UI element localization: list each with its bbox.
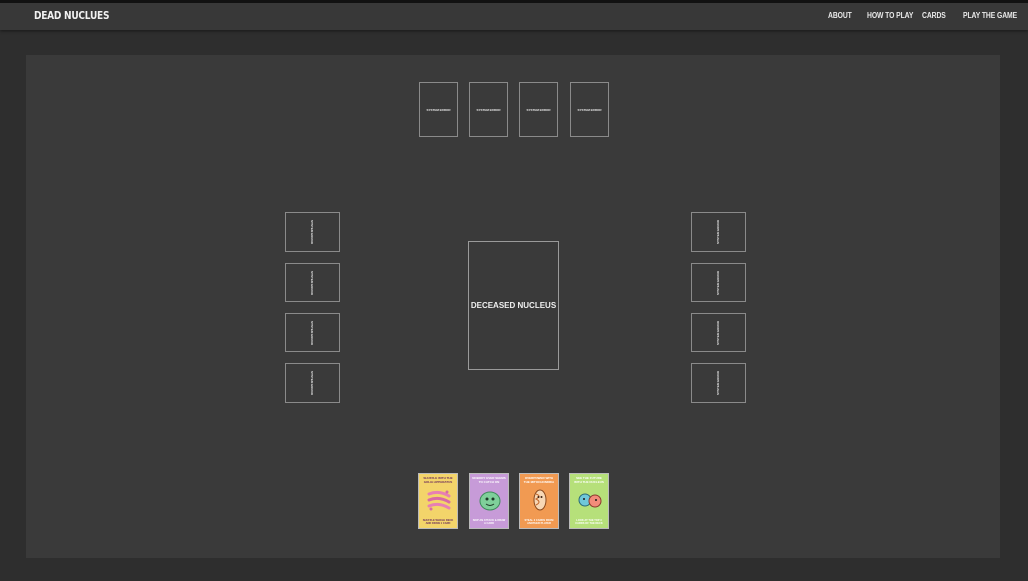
card-back-label: SYSTEM ERROR bbox=[310, 270, 315, 295]
hand-card-title: SHUFFLE WITH THE GOLGI APPARATUS bbox=[423, 476, 453, 484]
hand-card-text: LOOK AT THE TOP 3 CARDS OF THE DECK bbox=[575, 519, 603, 525]
opponent-left-card: SYSTEM ERROR bbox=[285, 363, 340, 403]
card-back-label: SYSTEM ERROR bbox=[310, 370, 315, 396]
top-navigation-bar: DEAD NUCLUES ABOUT HOW TO PLAY CARDS PLA… bbox=[0, 0, 1028, 30]
hand-card[interactable]: NOBODY EVER SEEMS TO CATCH ON SKIP AN AT… bbox=[469, 473, 509, 529]
nav-cards[interactable]: CARDS bbox=[922, 11, 946, 20]
opponent-right-card: SYSTEM ERROR bbox=[691, 212, 746, 252]
hand-card-text: SHUFFLE WHOLE DECK AND DRAW 1 CARD bbox=[422, 519, 454, 525]
opponent-top-card: SYSTEM ERROR bbox=[419, 82, 458, 137]
deck-label: DECEASED NUCLEUS bbox=[470, 301, 557, 310]
hand-card-text: SKIP AN ATTACK & DRAW A CARD bbox=[472, 519, 506, 525]
opponent-right-card: SYSTEM ERROR bbox=[691, 313, 746, 352]
card-back-label: SYSTEM ERROR bbox=[476, 107, 501, 112]
card-back-label: SYSTEM ERROR bbox=[310, 219, 315, 245]
ribosome-art-icon bbox=[479, 491, 501, 511]
opponent-right-card: SYSTEM ERROR bbox=[691, 263, 746, 302]
hand-card[interactable]: SHUFFLE WITH THE GOLGI APPARATUS SHUFFLE… bbox=[418, 473, 458, 529]
hand-card-title: NOBODY EVER SEEMS TO CATCH ON bbox=[472, 476, 506, 484]
opponent-top-card: SYSTEM ERROR bbox=[519, 82, 558, 137]
nucleus-art-icon bbox=[578, 493, 602, 508]
opponent-left-card: SYSTEM ERROR bbox=[285, 313, 340, 352]
opponent-right-card: SYSTEM ERROR bbox=[691, 363, 746, 403]
opponent-left-card: SYSTEM ERROR bbox=[285, 263, 340, 302]
nav-about[interactable]: ABOUT bbox=[828, 11, 852, 20]
card-back-label: SYSTEM ERROR bbox=[716, 370, 721, 396]
hand-card[interactable]: OVERPOWER WITH THE MITOCHONDRIA STEAL 2 … bbox=[519, 473, 559, 529]
hand-card-title: SEE THE FUTURE WITH THE NUCLEUS bbox=[574, 476, 604, 484]
golgi-art-icon bbox=[427, 490, 451, 511]
card-back-label: SYSTEM ERROR bbox=[310, 320, 315, 345]
nav-play-the-game[interactable]: PLAY THE GAME bbox=[963, 11, 1017, 20]
card-back-label: SYSTEM ERROR bbox=[716, 320, 721, 345]
card-back-label: SYSTEM ERROR bbox=[716, 219, 721, 245]
card-back-label: SYSTEM ERROR bbox=[526, 107, 551, 112]
card-back-label: SYSTEM ERROR bbox=[577, 107, 602, 112]
card-back-label: SYSTEM ERROR bbox=[426, 107, 451, 112]
opponent-top-card: SYSTEM ERROR bbox=[570, 82, 609, 137]
opponent-left-card: SYSTEM ERROR bbox=[285, 212, 340, 252]
brand-logo[interactable]: DEAD NUCLUES bbox=[34, 9, 109, 22]
opponent-top-card: SYSTEM ERROR bbox=[469, 82, 508, 137]
hand-card[interactable]: SEE THE FUTURE WITH THE NUCLEUS LOOK AT … bbox=[569, 473, 609, 529]
hand-card-text: STEAL 2 CARDS FROM ANOTHER PLAYER bbox=[524, 519, 554, 525]
card-back-label: SYSTEM ERROR bbox=[716, 270, 721, 295]
nav-how-to-play[interactable]: HOW TO PLAY bbox=[867, 11, 913, 20]
draw-deck[interactable]: DECEASED NUCLEUS bbox=[468, 241, 559, 370]
mitochondria-art-icon bbox=[533, 489, 547, 511]
hand-card-title: OVERPOWER WITH THE MITOCHONDRIA bbox=[523, 476, 555, 484]
